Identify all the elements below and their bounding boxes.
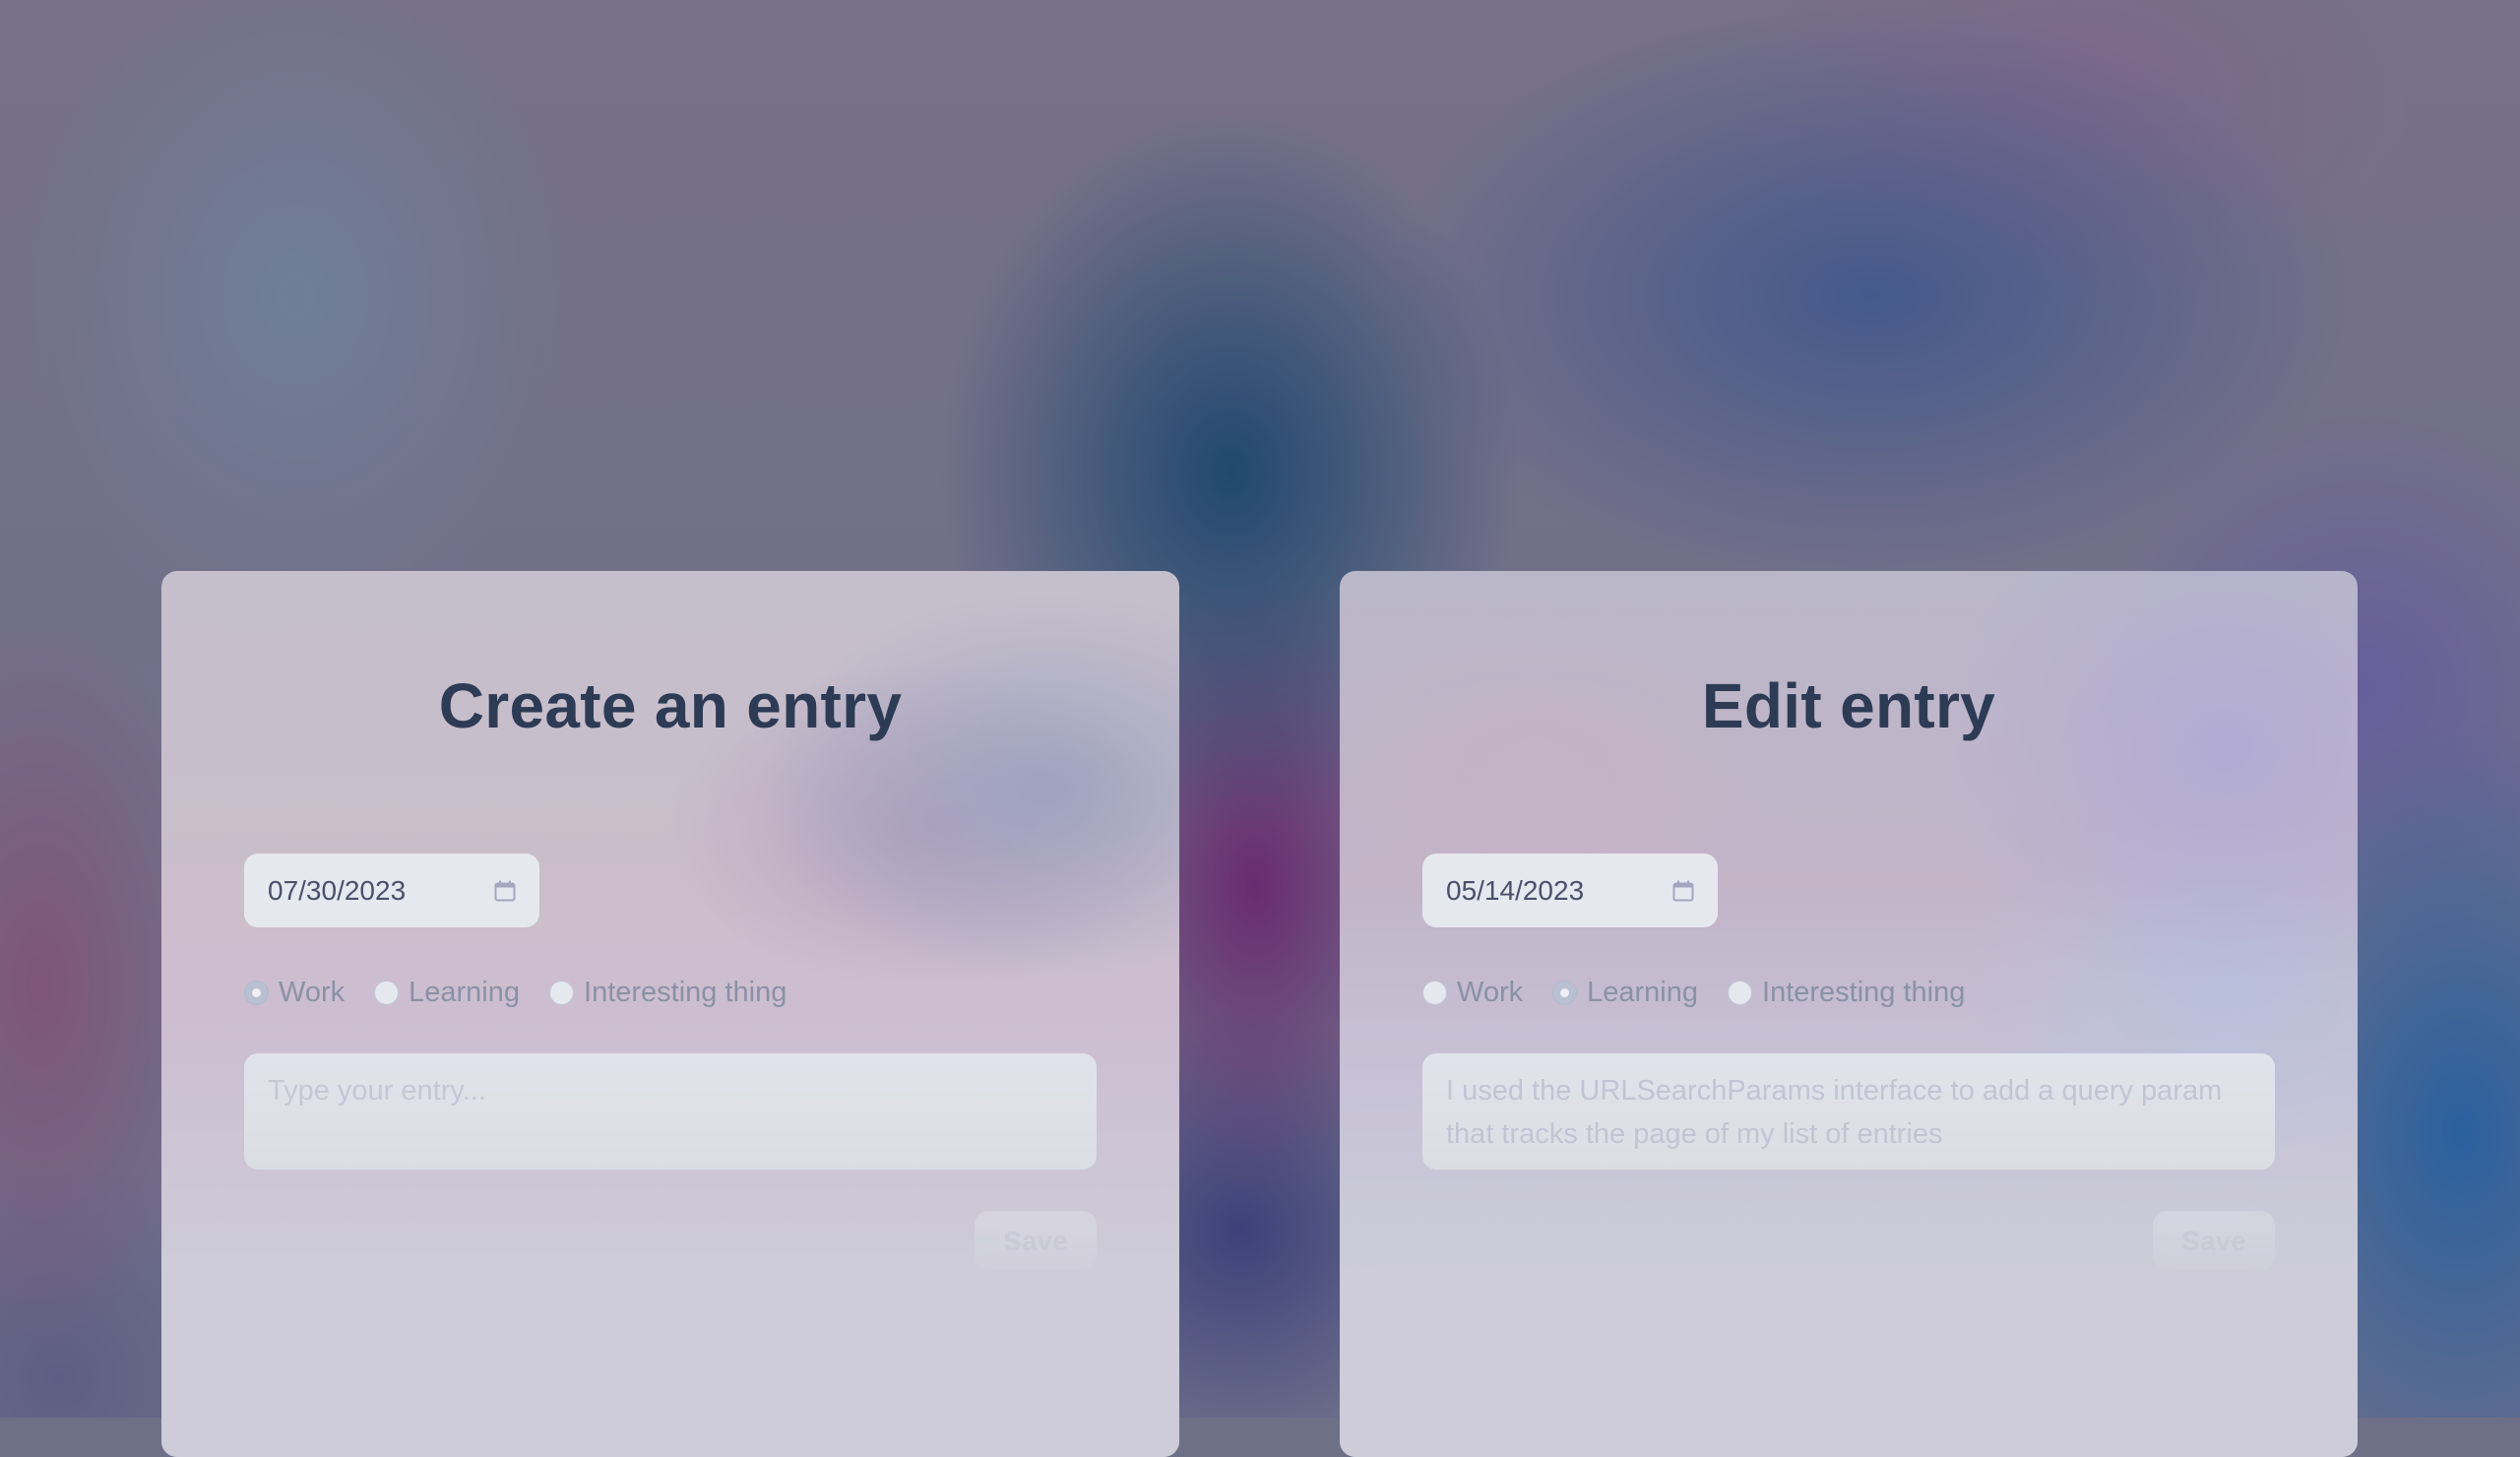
create-radio-work[interactable]: Work: [244, 977, 345, 1009]
radio-label: Learning: [409, 976, 521, 1008]
edit-radio-learning[interactable]: Learning: [1552, 977, 1698, 1009]
card-lower-area: [1340, 1285, 2358, 1457]
edit-date-value: 05/14/2023: [1446, 874, 1585, 906]
bottom-fade-overlay: [161, 1226, 1179, 1285]
edit-category-radio-group: Work Learning Interesting thing: [1422, 975, 1994, 1010]
create-radio-learning[interactable]: Learning: [374, 977, 520, 1009]
edit-entry-textarea[interactable]: I used the URLSearchParams interface to …: [1422, 1053, 2275, 1170]
radio-label: Work: [1457, 976, 1524, 1008]
radio-checked-icon[interactable]: [244, 980, 269, 1005]
calendar-icon[interactable]: [494, 880, 516, 902]
edit-radio-interesting-thing[interactable]: Interesting thing: [1728, 977, 1965, 1009]
create-category-radio-group: Work Learning Interesting thing: [244, 975, 816, 1010]
radio-label: Interesting thing: [584, 976, 788, 1008]
create-entry-textarea[interactable]: Type your entry...: [244, 1053, 1097, 1170]
calendar-icon[interactable]: [1672, 880, 1694, 902]
radio-label: Learning: [1587, 976, 1699, 1008]
create-entry-card: Create an entry 07/30/2023 Work Learning…: [161, 571, 1179, 1457]
radio-unchecked-icon[interactable]: [549, 980, 575, 1005]
radio-unchecked-icon[interactable]: [374, 980, 400, 1005]
card-lower-area: [161, 1285, 1179, 1457]
radio-unchecked-icon[interactable]: [1422, 980, 1447, 1005]
radio-label: Interesting thing: [1762, 976, 1966, 1008]
radio-checked-icon[interactable]: [1552, 980, 1578, 1005]
radio-label: Work: [279, 976, 346, 1008]
create-radio-interesting-thing[interactable]: Interesting thing: [549, 977, 787, 1009]
edit-radio-work[interactable]: Work: [1422, 977, 1523, 1009]
radio-unchecked-icon[interactable]: [1728, 980, 1753, 1005]
create-date-input[interactable]: 07/30/2023: [244, 854, 539, 927]
create-date-value: 07/30/2023: [268, 874, 407, 906]
bottom-fade-overlay: [1340, 1226, 2358, 1285]
edit-entry-title: Edit entry: [1701, 670, 1996, 741]
edit-date-input[interactable]: 05/14/2023: [1422, 854, 1718, 927]
create-entry-title: Create an entry: [438, 670, 903, 741]
edit-entry-card: Edit entry 05/14/2023 Work Learning Inte…: [1340, 571, 2358, 1457]
